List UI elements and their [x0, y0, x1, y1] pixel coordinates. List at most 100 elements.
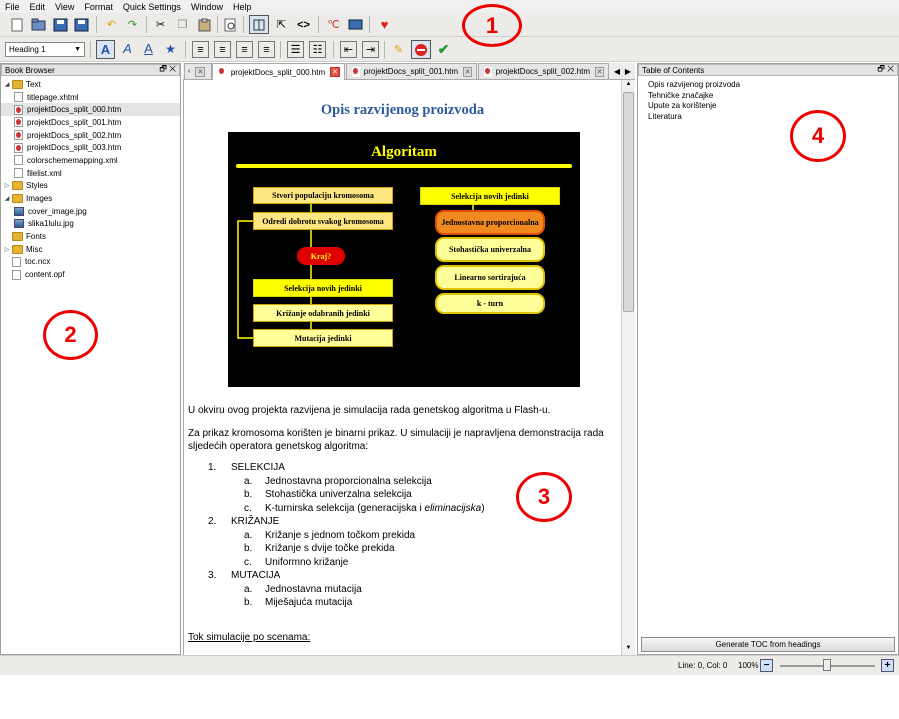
stop-icon[interactable] [411, 40, 431, 59]
paste-icon[interactable] [196, 16, 213, 33]
tree-item[interactable]: toc.ncx [1, 256, 180, 269]
tree-item[interactable]: Fonts [1, 230, 180, 243]
numbered-list-icon[interactable]: ☷ [309, 41, 326, 58]
toc-item[interactable]: Opis razvijenog proizvoda [648, 80, 888, 91]
menu-window[interactable]: Window [191, 2, 223, 12]
menu-file[interactable]: File [5, 2, 20, 12]
sub-list-letter: a. [244, 529, 253, 541]
toc-item[interactable]: Upute za korištenje [648, 101, 888, 112]
save-as-icon[interactable] [73, 16, 90, 33]
tab-projektdocs-000[interactable]: projektDocs_split_000.htm ✕ [212, 63, 345, 80]
generate-toc-button[interactable]: Generate TOC from headings [641, 637, 895, 652]
open-folder-icon[interactable] [30, 16, 47, 33]
donate-heart-icon[interactable]: ♥ [376, 16, 393, 33]
split-view-icon[interactable]: ⇱ [273, 16, 290, 33]
redo-icon[interactable]: ↷ [124, 16, 141, 33]
align-right-icon[interactable]: ≡ [236, 41, 253, 58]
tree-item-label: projektDocs_split_000.htm [27, 105, 122, 115]
menu-edit[interactable]: Edit [30, 2, 46, 12]
alg-box-create: Stvori populaciju kromosoma [253, 187, 393, 204]
alg-decision-end: Kraj? [297, 247, 345, 265]
preview-icon[interactable] [347, 16, 364, 33]
toc-item[interactable]: Tehničke značajke [648, 91, 888, 102]
tree-item[interactable]: slika1lulu.jpg [1, 218, 180, 231]
htm-file-icon [484, 66, 492, 77]
tree-item[interactable]: projektDocs_split_003.htm [1, 141, 180, 154]
tree-item[interactable]: titlepage.xhtml [1, 91, 180, 104]
tree-item[interactable]: filelist.xml [1, 167, 180, 180]
find-replace-icon[interactable] [222, 16, 239, 33]
book-browser-tree: ◢ Text titlepage.xhtml projektDocs_split_00… [1, 76, 180, 281]
book-browser-title: Book Browser [5, 65, 55, 75]
underline-style-icon[interactable]: A [140, 40, 157, 57]
tree-item[interactable]: projektDocs_split_000.htm [1, 103, 180, 117]
close-icon[interactable]: ✕ [463, 66, 472, 77]
menu-quick-settings[interactable]: Quick Settings [123, 2, 181, 12]
tab-projektdocs-001[interactable]: projektDocs_split_001.htm ✕ [346, 63, 477, 79]
list-label: KRIŽANJE [231, 516, 280, 527]
close-icon[interactable]: ✕ [195, 66, 206, 77]
zoom-in-icon[interactable]: + [881, 659, 894, 672]
toc-item[interactable]: Literatura [648, 112, 888, 123]
zoom-slider-handle[interactable] [823, 659, 831, 671]
tree-item[interactable]: ▷ Misc [1, 243, 180, 256]
panel-controls[interactable]: 🗗 ✕ [877, 63, 894, 77]
menu-help[interactable]: Help [233, 2, 252, 12]
new-file-icon[interactable] [8, 16, 25, 33]
annotation-1: 1 [462, 4, 522, 47]
code-view-icon[interactable]: <> [295, 16, 312, 33]
tab-scroll-left-icon[interactable]: ◀ [612, 64, 622, 79]
heading-select[interactable]: Heading 1 ▼ [5, 42, 85, 57]
spellcheck-icon[interactable]: ℃ [325, 16, 342, 33]
align-center-icon[interactable]: ≡ [214, 41, 231, 58]
copy-icon[interactable]: ❐ [174, 16, 191, 33]
validate-check-icon[interactable]: ✔ [435, 41, 452, 58]
italic-style-icon[interactable]: A [119, 40, 136, 57]
sub-list-letter: c. [244, 556, 252, 568]
zoom-out-icon[interactable]: − [760, 659, 773, 672]
scroll-down-icon[interactable]: ▼ [623, 645, 634, 654]
tree-item[interactable]: projektDocs_split_002.htm [1, 129, 180, 142]
align-justify-icon[interactable]: ≡ [258, 41, 275, 58]
normal-style-icon[interactable]: A [96, 40, 115, 59]
expanded-arrow-icon[interactable]: ◢ [3, 81, 11, 88]
undo-icon[interactable]: ↶ [103, 16, 120, 33]
indent-icon[interactable]: ⇥ [362, 41, 379, 58]
tree-item[interactable]: ◢ Text [1, 78, 180, 91]
tree-item[interactable]: content.opf [1, 268, 180, 281]
sub-list-letter: c. [244, 502, 252, 514]
clean-brush-icon[interactable]: ✎ [390, 41, 407, 58]
close-icon[interactable]: ✕ [330, 67, 340, 77]
tree-item[interactable]: cover_image.jpg [1, 205, 180, 218]
sub-list-item: b. Miješajuća mutacija [188, 596, 618, 610]
book-view-icon[interactable] [249, 15, 269, 34]
tab-scroll-right-icon[interactable]: ▶ [623, 64, 633, 79]
document-editor[interactable]: Opis razvijenog proizvoda Algoritam Stvo… [183, 80, 621, 655]
cut-icon[interactable]: ✂ [152, 16, 169, 33]
panel-controls[interactable]: 🗗 ✕ [159, 63, 176, 77]
tab-scroll-left[interactable]: ‹ ✕ [184, 63, 212, 79]
collapsed-arrow-icon[interactable]: ▷ [3, 182, 11, 189]
editor-scrollbar[interactable]: ▲ ▼ [621, 80, 635, 655]
outdent-icon[interactable]: ⇤ [340, 41, 357, 58]
tree-item[interactable]: colorschememapping.xml [1, 154, 180, 167]
align-left-icon[interactable]: ≡ [192, 41, 209, 58]
expanded-arrow-icon[interactable]: ◢ [3, 195, 11, 202]
tree-item[interactable]: ▷ Styles [1, 180, 180, 193]
menu-format[interactable]: Format [84, 2, 113, 12]
tab-projektdocs-002[interactable]: projektDocs_split_002.htm ✕ [478, 63, 609, 79]
close-icon[interactable]: ✕ [595, 66, 604, 77]
star-style-icon[interactable]: ★ [162, 40, 179, 57]
sub-list-item: a. Križanje s jednom točkom prekida [188, 529, 618, 543]
collapsed-arrow-icon[interactable]: ▷ [3, 246, 11, 253]
annotation-4: 4 [790, 110, 846, 162]
save-icon[interactable] [52, 16, 69, 33]
tree-item[interactable]: ◢ Images [1, 192, 180, 205]
page-bottom [0, 675, 899, 719]
scroll-up-icon[interactable]: ▲ [623, 81, 634, 90]
alg-right-title: Selekcija novih jedinki [420, 187, 560, 205]
bullet-list-icon[interactable]: ☰ [287, 41, 304, 58]
tree-item[interactable]: projektDocs_split_001.htm [1, 116, 180, 129]
scroll-thumb[interactable] [623, 92, 634, 312]
menu-view[interactable]: View [55, 2, 74, 12]
